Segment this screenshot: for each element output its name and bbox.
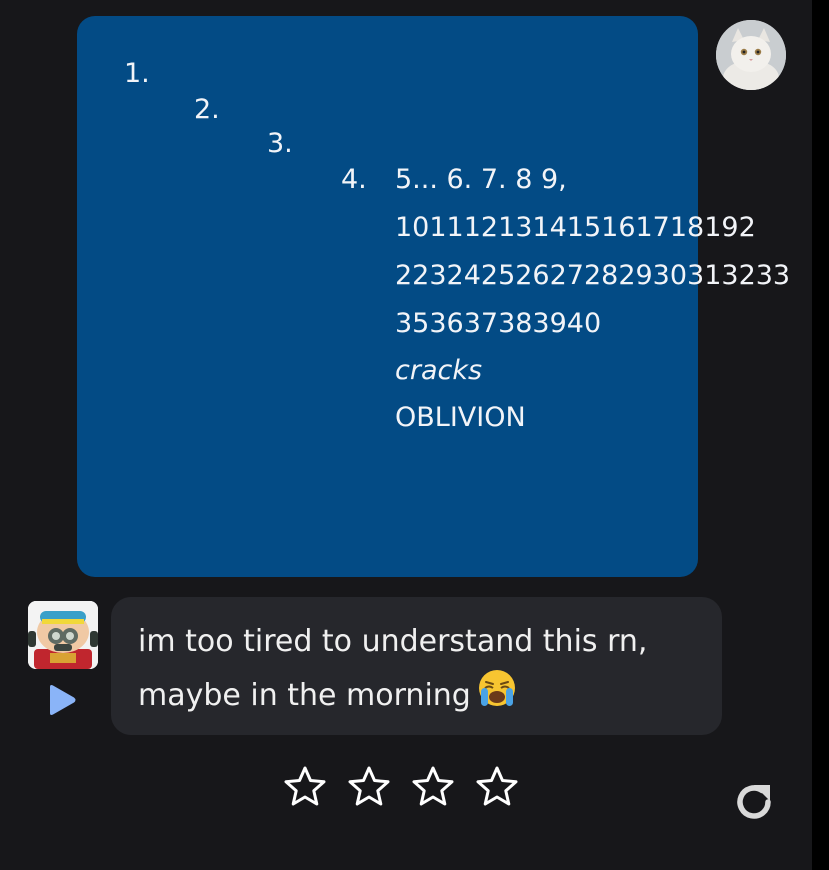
list-number-4: 4. bbox=[341, 164, 367, 195]
star-outline-icon[interactable] bbox=[474, 764, 520, 810]
star-outline-icon[interactable] bbox=[410, 764, 456, 810]
overflowing-number-lines: 101112131415161718192 223242526272829303… bbox=[395, 212, 828, 312]
crying-face-icon bbox=[478, 670, 515, 706]
rating-stars bbox=[282, 764, 520, 810]
item4-line: 5... 6. 7. 8 9, bbox=[395, 164, 567, 195]
user-message-bubble: 1. 2. 3. 4. 5... 6. 7. 8 9, 101112131415… bbox=[77, 16, 790, 577]
regenerate-button[interactable] bbox=[729, 777, 779, 827]
star-outline-icon[interactable] bbox=[346, 764, 392, 810]
bot-avatar[interactable] bbox=[28, 601, 98, 669]
item4-last-line: OBLIVION bbox=[395, 402, 526, 433]
right-edge-strip bbox=[812, 0, 829, 870]
item4-overflow-line-1: 101112131415161718192 bbox=[395, 212, 756, 243]
loudly-crying-face-emoji bbox=[477, 668, 517, 725]
item4-overflow-line-2: 22324252627282930313233 bbox=[395, 260, 791, 291]
play-audio-button[interactable] bbox=[46, 683, 78, 717]
list-item-4-rest: 353637383940 cracks OBLIVION bbox=[395, 308, 601, 449]
list-number-1: 1. bbox=[124, 58, 150, 89]
star-outline-icon[interactable] bbox=[282, 764, 328, 810]
bot-text-line-1: im too tired to understand this rn, bbox=[138, 624, 648, 659]
cartoon-character-avatar-image bbox=[28, 601, 98, 669]
bot-message-bubble: im too tired to understand this rn, mayb… bbox=[111, 597, 722, 735]
bot-text-line-2: maybe in the morning bbox=[138, 678, 471, 713]
user-avatar[interactable] bbox=[716, 20, 786, 90]
list-item-4-first-line: 5... 6. 7. 8 9, bbox=[395, 164, 567, 212]
play-icon bbox=[50, 685, 76, 715]
cat-avatar-image bbox=[716, 20, 786, 90]
item4-italic-line: cracks bbox=[395, 355, 483, 386]
list-number-3: 3. bbox=[267, 128, 293, 159]
bot-message-text: im too tired to understand this rn, mayb… bbox=[138, 615, 708, 725]
item4-tail-line: 353637383940 bbox=[395, 308, 602, 339]
list-number-2: 2. bbox=[194, 94, 220, 125]
refresh-icon bbox=[737, 785, 771, 819]
